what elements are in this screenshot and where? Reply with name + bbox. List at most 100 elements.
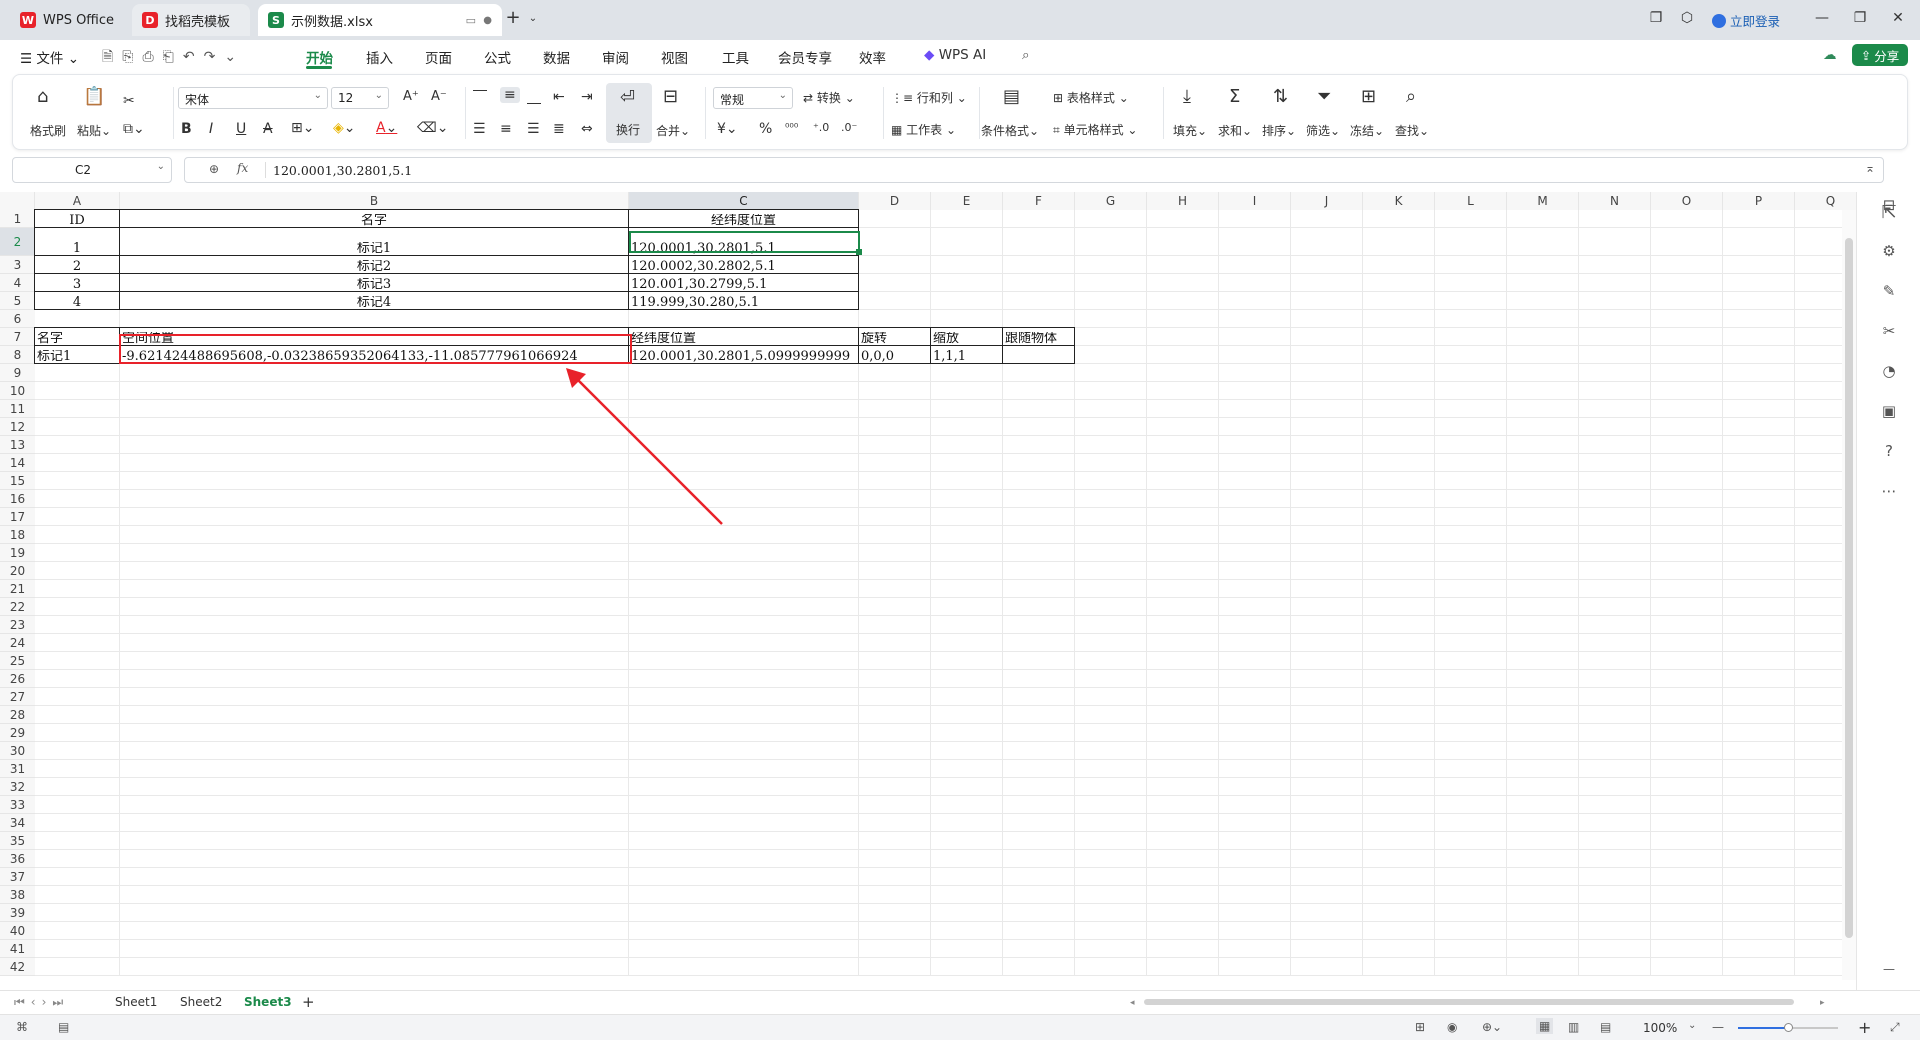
window-layout-icon[interactable]: ❐: [1646, 10, 1666, 26]
merge-icon[interactable]: ⊟: [663, 88, 678, 106]
chevron-down-icon[interactable]: ⌄: [1688, 1020, 1696, 1031]
row-header-14[interactable]: 14: [0, 454, 35, 472]
row-header-36[interactable]: 36: [0, 850, 35, 868]
menu-data[interactable]: 数据: [543, 47, 570, 67]
menu-home[interactable]: 开始: [306, 47, 333, 67]
zoom-formula-icon[interactable]: ⊕: [209, 162, 219, 176]
row-header-22[interactable]: 22: [0, 598, 35, 616]
copy-icon[interactable]: ⧉⌄: [123, 121, 145, 137]
fill-button[interactable]: 填充⌄: [1173, 122, 1207, 139]
search-icon[interactable]: ⌕: [1022, 47, 1030, 63]
fill-handle[interactable]: [856, 249, 862, 255]
scroll-thumb[interactable]: [1845, 238, 1853, 938]
column-header-o[interactable]: O: [1651, 192, 1723, 210]
zoom-slider[interactable]: [1738, 1023, 1838, 1032]
fullscreen-icon[interactable]: ⤢: [1890, 1020, 1900, 1035]
font-color-icon[interactable]: A⌄: [376, 120, 397, 136]
cell-style-button[interactable]: ⌗ 单元格样式 ⌄: [1053, 121, 1137, 138]
sort-button[interactable]: 排序⌄: [1262, 122, 1296, 139]
sheet-tab-sheet3[interactable]: Sheet3: [244, 995, 292, 1009]
zoom-out-icon[interactable]: —: [1712, 1020, 1724, 1034]
chevron-down-icon[interactable]: ⌄: [523, 13, 543, 24]
filter-button[interactable]: 筛选⌄: [1306, 122, 1340, 139]
tab-spreadsheet[interactable]: S 示例数据.xlsx ▭ ●: [258, 4, 502, 36]
login-button[interactable]: 立即登录: [1712, 11, 1780, 30]
zoom-in-icon[interactable]: +: [1858, 1018, 1871, 1037]
worksheet-button[interactable]: ▦ 工作表 ⌄: [891, 121, 956, 138]
row-header-17[interactable]: 17: [0, 508, 35, 526]
font-name-select[interactable]: 宋体 ⌄: [178, 87, 328, 109]
header-cell[interactable]: 旋转: [858, 327, 931, 346]
row-header-23[interactable]: 23: [0, 616, 35, 634]
row-header-3[interactable]: 3: [0, 256, 35, 274]
fx-icon[interactable]: fx: [237, 161, 248, 175]
row-col-button[interactable]: ⋮≡ 行和列 ⌄: [891, 89, 967, 106]
wrap-text-button[interactable]: ⏎ 换行: [606, 83, 652, 143]
row-header-11[interactable]: 11: [0, 400, 35, 418]
row-header-39[interactable]: 39: [0, 904, 35, 922]
conditional-format-icon[interactable]: ▤: [1003, 88, 1020, 106]
tab-docer-templates[interactable]: D 找稻壳模板: [132, 4, 250, 36]
name-box[interactable]: C2 ⌄: [12, 157, 172, 183]
column-header-c[interactable]: C: [629, 192, 859, 210]
macro-icon[interactable]: ⌘: [16, 1020, 28, 1034]
selected-cell-c2[interactable]: [629, 231, 860, 253]
menu-review[interactable]: 审阅: [602, 47, 629, 67]
page-layout-icon[interactable]: ▥: [1568, 1020, 1579, 1034]
column-header-q[interactable]: Q: [1795, 192, 1856, 210]
table-cell[interactable]: 标记3: [119, 273, 629, 292]
tools-icon[interactable]: ✂: [1879, 322, 1899, 340]
sheet-tab-sheet1[interactable]: Sheet1: [115, 995, 157, 1009]
table-cell[interactable]: 120.0002,30.2802,5.1: [628, 255, 859, 274]
select-icon[interactable]: ⇱: [1879, 202, 1899, 223]
table-cell[interactable]: 标记1: [119, 227, 629, 256]
table-cell[interactable]: 120.001,30.2799,5.1: [628, 273, 859, 292]
row-header-31[interactable]: 31: [0, 760, 35, 778]
merge-button[interactable]: 合并⌄: [656, 122, 690, 139]
find-button[interactable]: 查找⌄: [1395, 122, 1429, 139]
indent-increase-icon[interactable]: ⇥: [581, 89, 593, 105]
sheet-nav-icons[interactable]: ⏮‹›⏭: [14, 995, 69, 1010]
table-cell[interactable]: 119.999,30.280,5.1: [628, 291, 859, 310]
row-header-13[interactable]: 13: [0, 436, 35, 454]
table-cell[interactable]: 4: [34, 291, 120, 310]
table-cell[interactable]: 3: [34, 273, 120, 292]
table-cell[interactable]: 2: [34, 255, 120, 274]
row-header-20[interactable]: 20: [0, 562, 35, 580]
convert-button[interactable]: ⇄ 转换 ⌄: [803, 89, 855, 106]
justify-icon[interactable]: ≣: [553, 121, 565, 137]
unsaved-dot-icon[interactable]: ●: [483, 15, 492, 26]
row-header-29[interactable]: 29: [0, 724, 35, 742]
column-header-g[interactable]: G: [1075, 192, 1147, 210]
align-center-icon[interactable]: ≡: [500, 121, 512, 137]
help-icon[interactable]: ?: [1879, 442, 1899, 460]
zoom-slider-thumb[interactable]: [1784, 1023, 1793, 1032]
sliders-icon[interactable]: ⚙: [1879, 242, 1899, 260]
row-header-16[interactable]: 16: [0, 490, 35, 508]
fill-color-icon[interactable]: ◈⌄: [333, 120, 356, 136]
row-header-32[interactable]: 32: [0, 778, 35, 796]
spreadsheet-grid[interactable]: ABCDEFGHIJKLMNOPQ 1 2 3 4 5 6 7 8 9 10 11 12 13 14 15 1…: [0, 192, 1856, 990]
freeze-button[interactable]: 冻结⌄: [1350, 122, 1384, 139]
row-header-24[interactable]: 24: [0, 634, 35, 652]
align-bottom-icon[interactable]: ⎽: [527, 89, 541, 105]
indent-decrease-icon[interactable]: ⇤: [553, 89, 565, 105]
table-style-button[interactable]: ⊞ 表格样式 ⌄: [1053, 89, 1129, 106]
sort-icon[interactable]: ⇅: [1273, 88, 1288, 106]
column-header-n[interactable]: N: [1579, 192, 1651, 210]
column-header-i[interactable]: I: [1219, 192, 1291, 210]
grid-view-icon[interactable]: ⊞: [1415, 1020, 1425, 1034]
more-icon[interactable]: ⋯: [1879, 482, 1899, 500]
menu-tools[interactable]: 工具: [722, 47, 749, 67]
freeze-icon[interactable]: ⊞: [1361, 88, 1376, 106]
currency-icon[interactable]: ¥⌄: [717, 121, 738, 137]
row-header-26[interactable]: 26: [0, 670, 35, 688]
column-header-l[interactable]: L: [1435, 192, 1507, 210]
zoom-tools-icon[interactable]: ⊕⌄: [1482, 1020, 1502, 1034]
column-header-b[interactable]: B: [120, 192, 629, 210]
row-header-19[interactable]: 19: [0, 544, 35, 562]
row-header-33[interactable]: 33: [0, 796, 35, 814]
number-format-select[interactable]: 常规 ⌄: [713, 87, 793, 109]
chart-icon[interactable]: ◔: [1879, 362, 1899, 380]
column-header-a[interactable]: A: [35, 192, 120, 210]
